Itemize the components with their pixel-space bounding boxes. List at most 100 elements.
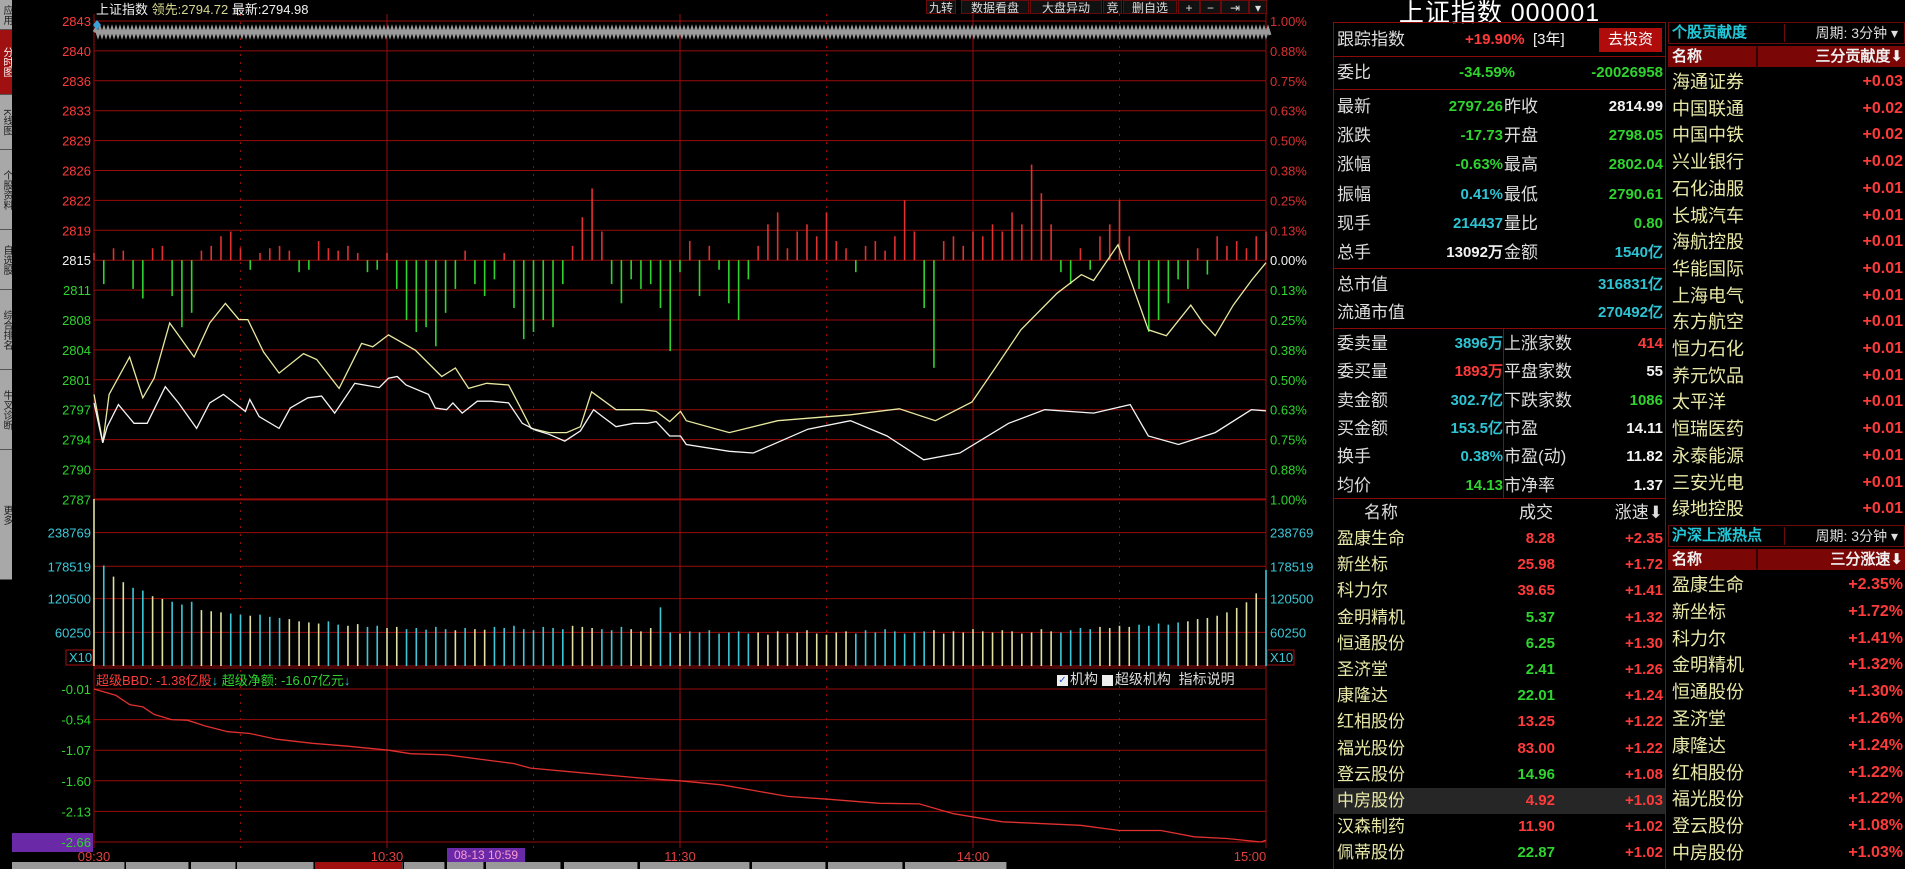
field-value: 302.7亿 [1450, 391, 1503, 409]
contrib-row[interactable]: 恒力石化 +0.01 [1668, 336, 1905, 362]
field-label: 委卖量 [1337, 334, 1388, 353]
bottom-tab[interactable] [447, 862, 484, 869]
zoom-in-button[interactable]: + [1178, 0, 1200, 15]
hotspot-row[interactable]: 登云股份 +1.08% [1668, 813, 1905, 839]
contrib-row[interactable]: 华能国际 +0.01 [1668, 256, 1905, 282]
intraday-chart[interactable]: 2843 1.00% 2840 0.88% 2836 0.75% 2833 0.63% 2829… [0, 0, 1333, 869]
bottom-tab[interactable] [828, 862, 903, 869]
col-contrib-sort[interactable]: 三分贡献度⬇ [1815, 46, 1903, 67]
bottom-tab[interactable] [486, 862, 561, 869]
bottom-tab[interactable] [315, 862, 403, 869]
bottom-tab[interactable] [237, 862, 314, 869]
contrib-row[interactable]: 中国联通 +0.02 [1668, 96, 1905, 122]
hot-stock-row[interactable]: 圣济堂 2.41 +1.26 [1334, 657, 1665, 683]
hot-stock-row[interactable]: 佩蒂股份 22.87 +1.02 [1334, 840, 1665, 866]
contrib-row[interactable]: 三安光电 +0.01 [1668, 470, 1905, 496]
net-value: -16.07亿元 [280, 673, 344, 688]
hotspot-row[interactable]: 盈康生命 +2.35% [1668, 572, 1905, 598]
hotspot-header: 沪深上涨热点 周期: 3分钟 ▾ [1668, 525, 1905, 547]
pct-tick-label: 0.38% [1270, 164, 1307, 179]
auction-button[interactable]: 竞 [1103, 0, 1122, 15]
stock-name: 盈康生命 [1337, 529, 1405, 548]
pct-tick-label: 0.50% [1270, 373, 1307, 388]
institution-checkbox[interactable]: ✓ [1057, 674, 1068, 686]
bottom-tab[interactable] [404, 862, 445, 869]
exit-icon-button[interactable]: ⇥ [1221, 0, 1249, 15]
hotspot-row[interactable]: 恒通股份 +1.30% [1668, 679, 1905, 705]
contrib-row[interactable]: 长城汽车 +0.01 [1668, 203, 1905, 229]
stock-name: 红相股份 [1672, 762, 1744, 783]
hotspot-row[interactable]: 康隆达 +1.24% [1668, 733, 1905, 759]
col-speed-sort[interactable]: 三分涨速⬇ [1830, 549, 1903, 570]
invest-button[interactable]: 去投资 [1599, 28, 1662, 52]
hot-stock-row[interactable]: 盈康生命 8.28 +2.35 [1334, 526, 1665, 552]
quote-row: 涨幅 -0.63% 最高 2802.04 [1337, 150, 1665, 179]
hot-stock-row[interactable]: 科力尔 39.65 +1.41 [1334, 578, 1665, 604]
contrib-row[interactable]: 石化油服 +0.01 [1668, 176, 1905, 202]
contrib-row[interactable]: 恒瑞医药 +0.01 [1668, 416, 1905, 442]
stock-name: 恒力石化 [1672, 339, 1744, 359]
contrib-row[interactable]: 海通证券 +0.03 [1668, 69, 1905, 95]
field-value: 14.11 [1626, 419, 1663, 437]
jiuzhuan-button[interactable]: 九转 [926, 0, 956, 15]
field-value: 0.80 [1633, 214, 1663, 232]
hotspot-row[interactable]: 福光股份 +1.22% [1668, 786, 1905, 812]
contrib-row[interactable]: 海航控股 +0.01 [1668, 229, 1905, 255]
bottom-tab[interactable] [564, 862, 638, 869]
hotspot-row[interactable]: 圣济堂 +1.26% [1668, 706, 1905, 732]
bottom-tab[interactable] [905, 862, 1007, 869]
market-cap-row: 总市值 316831亿 [1337, 271, 1665, 299]
contrib-row[interactable]: 太平洋 +0.01 [1668, 389, 1905, 415]
contrib-row[interactable]: 养元饮品 +0.01 [1668, 363, 1905, 389]
bbd-tick-label: -2.13 [61, 804, 91, 819]
indicator-help-link[interactable]: 指标说明 [1179, 671, 1235, 687]
hotspot-row[interactable]: 科力尔 +1.41% [1668, 626, 1905, 652]
hotspot-period-dropdown[interactable]: 周期: 3分钟 ▾ [1784, 527, 1902, 545]
stock-price: 2.41 [1525, 661, 1555, 678]
hotspot-column-header: 名称 三分涨速⬇ [1668, 549, 1905, 570]
remove-watchlist-button[interactable]: 删自选 [1123, 0, 1177, 15]
hot-stock-row[interactable]: 红相股份 13.25 +1.22 [1334, 709, 1665, 735]
hot-stock-row[interactable]: 中房股份 4.92 +1.03 [1334, 788, 1665, 814]
hotspot-row[interactable]: 红相股份 +1.22% [1668, 760, 1905, 786]
field-label: 振幅 [1337, 184, 1371, 204]
hot-stock-row[interactable]: 登云股份 14.96 +1.08 [1334, 762, 1665, 788]
contrib-period-dropdown[interactable]: 周期: 3分钟 ▾ [1784, 24, 1902, 42]
dropdown-button[interactable]: ▾ [1249, 0, 1267, 15]
contrib-row[interactable]: 绿地控股 +0.01 [1668, 496, 1905, 522]
zoom-out-button[interactable]: − [1200, 0, 1221, 15]
market-alert-button[interactable]: 大盘异动 [1030, 0, 1102, 15]
contrib-row[interactable]: 上海电气 +0.01 [1668, 283, 1905, 309]
hot-stock-row[interactable]: 康隆达 22.01 +1.24 [1334, 683, 1665, 709]
contrib-row[interactable]: 中国中铁 +0.02 [1668, 122, 1905, 148]
hot-stock-row[interactable]: 福光股份 83.00 +1.22 [1334, 736, 1665, 762]
hot-stock-row[interactable]: 新坐标 25.98 +1.72 [1334, 552, 1665, 578]
stock-price: 25.98 [1517, 556, 1555, 574]
quote-row: 振幅 0.41% 最低 2790.61 [1337, 180, 1665, 209]
stock-name: 三安光电 [1672, 472, 1744, 493]
hotspot-row[interactable]: 新坐标 +1.72% [1668, 599, 1905, 625]
data-view-button[interactable]: 数据看盘 [961, 0, 1029, 15]
chart-header: 上证指数 领先:2794.72 最新:2794.98 [96, 0, 309, 18]
contrib-row[interactable]: 永泰能源 +0.01 [1668, 443, 1905, 469]
hot-stock-row[interactable]: 汉森制药 11.90 +1.02 [1334, 814, 1665, 840]
col-speed-sort[interactable]: 涨速⬇ [1615, 500, 1663, 526]
field-value: 1.37 [1633, 476, 1663, 494]
bottom-tab[interactable] [191, 862, 236, 869]
contrib-row[interactable]: 兴业银行 +0.02 [1668, 149, 1905, 175]
pct-tick-label: 0.25% [1270, 193, 1307, 208]
bbd-tick-label: -0.54 [61, 713, 91, 728]
bottom-tab[interactable] [640, 862, 750, 869]
field-value: 1540亿 [1614, 244, 1663, 261]
super-institution-checkbox[interactable] [1101, 674, 1113, 686]
contrib-row[interactable]: 东方航空 +0.01 [1668, 309, 1905, 335]
bottom-tab[interactable] [12, 862, 125, 869]
bottom-tab[interactable] [752, 862, 826, 869]
stock-price: 6.25 [1525, 634, 1555, 652]
bottom-tab[interactable] [126, 862, 189, 869]
hot-stock-row[interactable]: 恒通股份 6.25 +1.30 [1334, 631, 1665, 657]
hot-stock-row[interactable]: 金明精机 5.37 +1.32 [1334, 605, 1665, 631]
hotspot-row[interactable]: 中房股份 +1.03% [1668, 840, 1905, 866]
hotspot-row[interactable]: 金明精机 +1.32% [1668, 652, 1905, 678]
stock-name: 海通证券 [1672, 72, 1744, 92]
